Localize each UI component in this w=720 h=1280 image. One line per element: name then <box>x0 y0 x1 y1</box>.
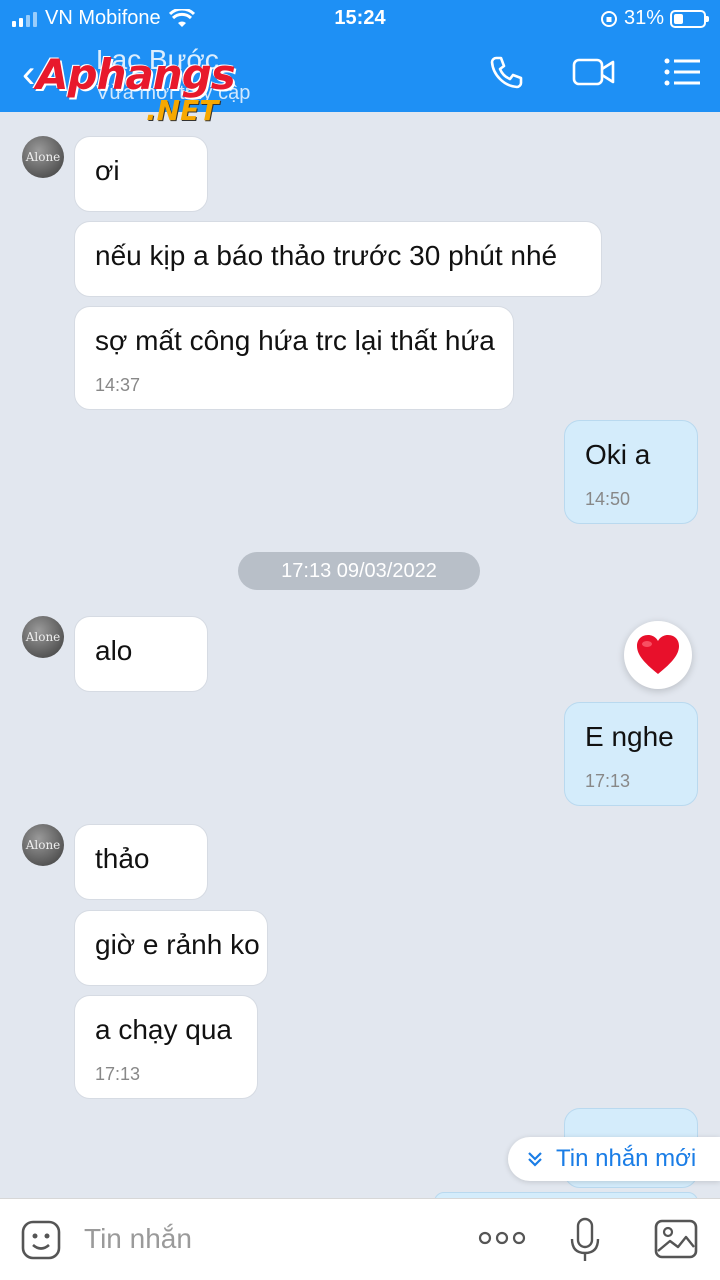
message-text: thảo <box>95 843 150 874</box>
watermark-main: Aphangs <box>36 50 236 99</box>
message-bubble[interactable]: Oki a 14:50 <box>564 420 698 524</box>
heart-reaction[interactable] <box>624 621 692 689</box>
status-bar: VN Mobifone 15:24 31% <box>0 0 720 38</box>
chat-header: VN Mobifone 15:24 31% ‹ Lạc Bước Vừa mới… <box>0 0 720 127</box>
watermark-logo: Aphangs .NET <box>36 50 236 127</box>
message-text: nếu kịp a báo thảo trước 30 phút nhé <box>95 240 558 271</box>
date-divider: 17:13 09/03/2022 <box>238 552 480 590</box>
battery-info: 31% <box>600 7 709 30</box>
message-time: 17:13 <box>95 1064 141 1084</box>
message-text: Oki a <box>585 439 651 470</box>
new-messages-button[interactable]: Tin nhắn mới <box>508 1137 720 1181</box>
message-time: 17:13 <box>585 771 631 791</box>
contact-avatar[interactable]: Alone <box>22 616 64 658</box>
message-bubble[interactable]: nếu kịp a báo thảo trước 30 phút nhé <box>74 221 602 297</box>
message-bubble[interactable]: giờ e rảnh ko <box>74 910 268 986</box>
chevron-double-down-icon <box>528 1152 542 1167</box>
message-text: giờ e rảnh ko <box>95 929 260 960</box>
message-time: 14:50 <box>585 489 631 509</box>
composer-bar: Tin nhắn <box>0 1198 720 1280</box>
message-text: ơi <box>95 155 120 186</box>
nav-actions <box>488 54 700 90</box>
message-text: a chạy qua <box>95 1014 232 1045</box>
message-time: 14:37 <box>95 375 141 395</box>
battery-percent: 31% <box>623 7 664 29</box>
message-text: E nghe <box>585 721 674 752</box>
emoji-sticker-icon[interactable] <box>20 1219 62 1261</box>
contact-avatar[interactable]: Alone <box>22 136 64 178</box>
watermark-net: .NET <box>146 94 219 127</box>
battery-icon <box>670 9 709 28</box>
message-bubble[interactable]: alo <box>74 616 208 692</box>
message-text: sợ mất công hứa trc lại thất hứa <box>95 325 495 356</box>
message-bubble[interactable]: E nghe 17:13 <box>564 702 698 806</box>
message-bubble[interactable]: a chạy qua 17:13 <box>74 995 258 1099</box>
more-options-icon[interactable] <box>478 1229 526 1247</box>
message-bubble[interactable]: ơi <box>74 136 208 212</box>
message-bubble[interactable]: thảo <box>74 824 208 900</box>
message-text: alo <box>95 635 133 666</box>
back-button[interactable]: ‹ <box>22 54 35 94</box>
new-messages-label: Tin nhắn mới <box>556 1145 697 1172</box>
heart-icon <box>637 635 679 674</box>
video-call-icon[interactable] <box>572 56 616 88</box>
microphone-icon[interactable] <box>568 1217 602 1263</box>
nav-bar: ‹ Lạc Bước Vừa mới truy cập Aphangs .NET <box>0 38 720 127</box>
phone-call-icon[interactable] <box>488 54 524 90</box>
rotation-lock-icon <box>600 10 617 27</box>
message-input[interactable]: Tin nhắn <box>84 1223 192 1255</box>
contact-avatar[interactable]: Alone <box>22 824 64 866</box>
message-bubble[interactable]: sợ mất công hứa trc lại thất hứa 14:37 <box>74 306 514 410</box>
image-gallery-icon[interactable] <box>654 1219 698 1259</box>
menu-icon[interactable] <box>664 57 700 87</box>
